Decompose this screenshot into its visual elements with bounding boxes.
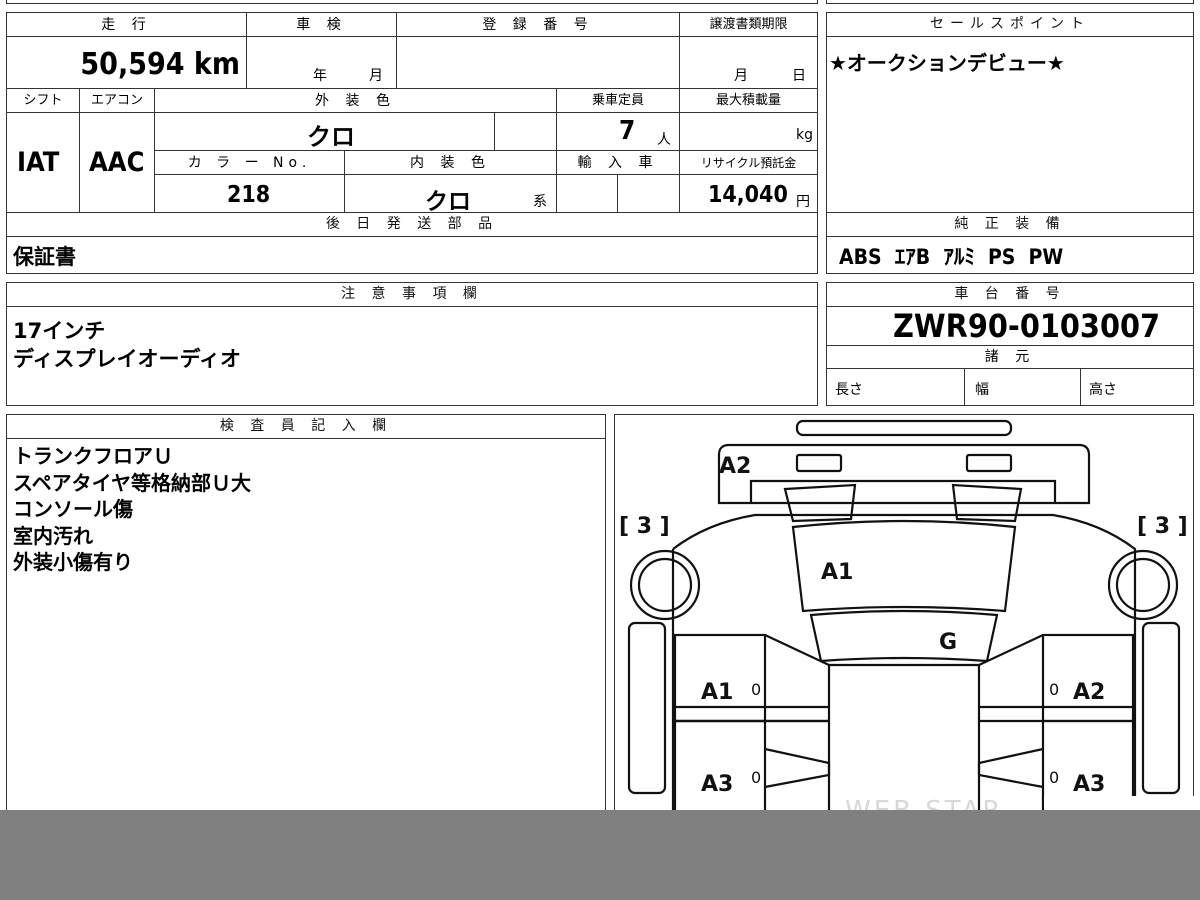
equipment-box: 純 正 装 備 ABS ｴｱB ｱﾙﾐ PS PW [826,212,1194,274]
equipment-header: 純 正 装 備 [827,213,1193,237]
capacity-header: 乗車定員 [557,89,680,113]
mark-zero-1: 0 [751,680,761,699]
vehicle-info-table: 走 行 車 検 登 録 番 号 譲渡書類期限 50,594 km 年 月 月 日… [6,12,818,215]
color-no-header: カ ラ ー No. [155,151,345,175]
recycle-value: 14,040 [708,182,788,208]
shipping-parts-box: 後 日 発 送 部 品 保証書 [6,212,818,274]
mark-g-glass: G [939,630,957,655]
sales-point-header: セールスポイント [827,13,1193,37]
import-cell-b [618,175,680,213]
top-strip [6,0,818,4]
capacity-value: 7 [619,116,636,146]
dim-width-label: 幅 [975,382,989,398]
sales-point-text: ★オークションデビュー★ [829,51,1065,75]
color-no-value: 218 [227,182,271,208]
equipment-value: ABS ｴｱB ｱﾙﾐ PS PW [839,245,1064,269]
transfer-day: 日 [792,68,806,84]
inspector-line: コンソール傷 [13,497,133,521]
ac-value: AAC [89,147,145,178]
inspector-box: 検 査 員 記 入 欄 トランクフロアＵ スペアタイヤ等格納部Ｕ大 コンソール傷… [6,414,606,834]
inspector-header: 検 査 員 記 入 欄 [7,415,605,439]
ac-header: エアコン [80,89,155,113]
notes-line-1: 17インチ [13,319,106,343]
capacity-unit: 人 [657,132,671,148]
dim-length-label: 長さ [835,382,863,398]
mark-a3-right: A3 [1073,772,1105,797]
notes-box: 注 意 事 項 欄 17インチ ディスプレイオーディオ [6,282,818,406]
inspector-line: 外装小傷有り [13,550,133,574]
interior-cell: クロ 系 [345,175,557,215]
exterior-header: 外 装 色 [155,89,557,113]
mark-a1-roof: A1 [821,560,853,585]
dim-height-cell: 高さ [1081,369,1193,405]
shipping-parts-header: 後 日 発 送 部 品 [7,213,817,237]
interior-suffix: 系 [533,194,547,210]
transfer-header: 譲渡書類期限 [680,13,817,37]
car-diagram: A2 A1 G A1 A2 A3 A3 0 0 0 0 [ 3 ] [ 3 ] … [619,419,1188,826]
mark-a2-right: A2 [1073,680,1105,705]
mark-zero-3: 0 [751,768,761,787]
registration-header: 登 録 番 号 [397,13,680,37]
interior-value: クロ [425,189,471,215]
inspection-header: 車 検 [247,13,397,37]
inspector-lines: トランクフロアＵ スペアタイヤ等格納部Ｕ大 コンソール傷 室内汚れ 外装小傷有り [13,443,251,576]
recycle-header: リサイクル預託金 [680,151,817,175]
shift-cell: IAT [7,113,80,213]
dimensions-header: 諸 元 [827,345,1193,369]
dim-length-cell: 長さ [827,369,965,405]
bottom-white-patch [1044,796,1194,810]
maxload-header: 最大積載量 [680,89,817,113]
registration-cell [397,37,680,89]
chassis-box: 車 台 番 号 ZWR90-0103007 諸 元 長さ 幅 高さ [826,282,1194,406]
top-strip-right [826,0,1194,4]
exterior-value: クロ [307,123,355,151]
mark-a1-left: A1 [701,680,733,705]
notes-header: 注 意 事 項 欄 [7,283,817,307]
dim-width-cell: 幅 [965,369,1081,405]
recycle-unit: 円 [796,194,810,210]
inspector-line: トランクフロアＵ [13,444,173,468]
exterior-extra-cell [495,113,557,151]
right-bracket-label: [ 3 ] [1137,514,1188,539]
mark-a3-left: A3 [701,772,733,797]
shift-header: シフト [7,89,80,113]
mileage-value: 50,594 km [80,47,240,82]
mark-zero-2: 0 [1049,680,1059,699]
maxload-cell: kg [680,113,817,151]
inspection-month: 月 [369,68,383,84]
mileage-header: 走 行 [7,13,247,37]
import-header: 輸 入 車 [557,151,680,175]
mark-a2-top: A2 [719,454,751,479]
dim-height-label: 高さ [1089,382,1117,398]
interior-header: 内 装 色 [345,151,557,175]
capacity-cell: 7 人 [557,113,680,151]
bottom-overlay-bar [0,810,1200,900]
exterior-cell: クロ [155,113,495,151]
import-cell-a [557,175,618,213]
sales-point-box: セールスポイント ★オークションデビュー★ [826,12,1194,214]
transfer-cell: 月 日 [680,37,817,89]
ac-cell: AAC [80,113,155,213]
inspector-line: スペアタイヤ等格納部Ｕ大 [13,470,251,495]
chassis-value: ZWR90-0103007 [893,307,1161,345]
maxload-unit: kg [796,127,813,143]
inspector-line: 室内汚れ [13,523,93,548]
recycle-cell: 14,040 円 [680,175,817,213]
shipping-parts-value: 保証書 [13,245,76,269]
chassis-header: 車 台 番 号 [827,283,1193,307]
inspection-cell: 年 月 [247,37,397,89]
notes-line-2: ディスプレイオーディオ [13,347,242,371]
transfer-month: 月 [734,68,748,84]
inspection-year: 年 [313,68,327,84]
left-bracket-label: [ 3 ] [619,514,670,539]
car-diagram-box: A2 A1 G A1 A2 A3 A3 0 0 0 0 [ 3 ] [ 3 ] … [614,414,1194,834]
mileage-cell: 50,594 km [7,37,247,89]
shift-value: IAT [17,147,60,178]
color-no-cell: 218 [155,175,345,213]
mark-zero-4: 0 [1049,768,1059,787]
